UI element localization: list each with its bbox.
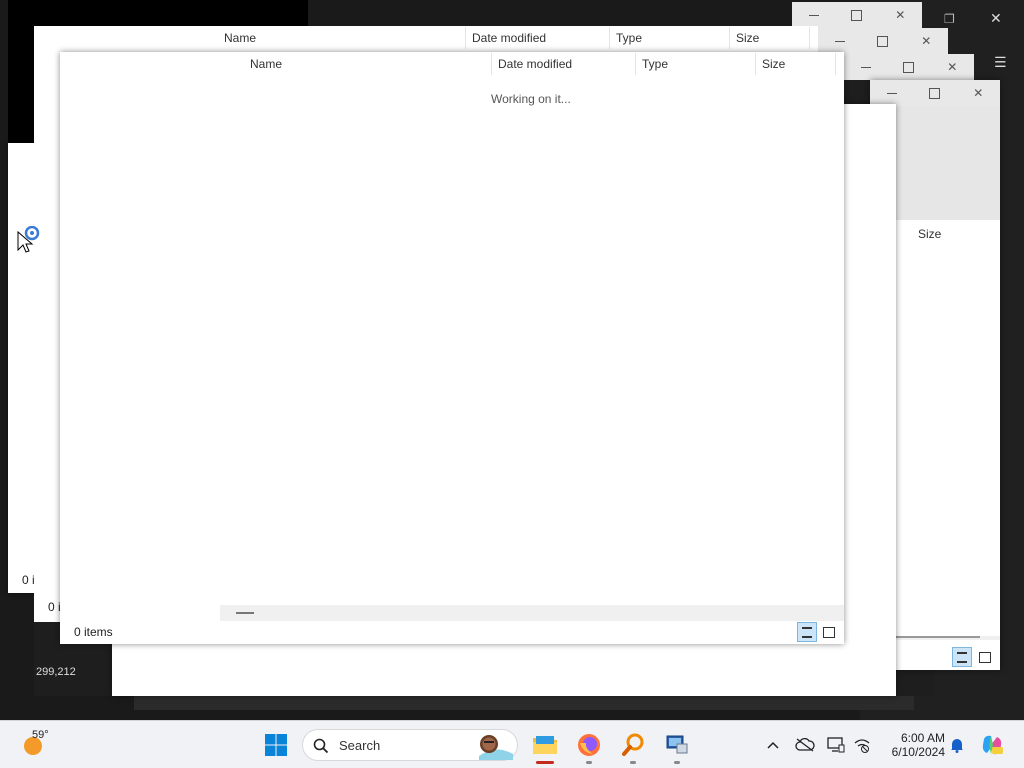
column-header-name[interactable]: Name xyxy=(244,53,492,75)
column-header-size[interactable]: Size xyxy=(730,27,810,49)
active-app-indicator xyxy=(536,761,554,764)
column-header-date-modified[interactable]: Date modified xyxy=(492,53,636,75)
close-icon[interactable] xyxy=(931,54,974,80)
bell-icon xyxy=(951,739,963,753)
taskbar: 59° Search 6:00 AM 6/10/2024 xyxy=(0,720,1024,768)
cloud-offline-icon xyxy=(795,738,815,752)
column-header-type[interactable]: Type xyxy=(610,27,730,49)
maximize-icon[interactable] xyxy=(835,2,878,28)
menu-icon[interactable]: ☰ xyxy=(994,54,1010,70)
magnifier-app-icon xyxy=(622,733,644,756)
firefox-icon xyxy=(578,734,600,756)
windows-logo-icon xyxy=(265,734,287,756)
firefox-button[interactable] xyxy=(572,727,606,764)
column-header-size[interactable]: Size xyxy=(918,227,941,241)
column-header-type[interactable]: Type xyxy=(636,53,756,75)
close-icon[interactable] xyxy=(957,80,1000,106)
close-icon[interactable] xyxy=(879,2,922,28)
horizontal-scrollbar[interactable] xyxy=(220,605,844,621)
minimize-icon[interactable] xyxy=(792,2,835,28)
search-icon xyxy=(313,738,329,754)
details-view-button[interactable] xyxy=(797,622,817,642)
details-view-button[interactable] xyxy=(952,647,972,667)
maximize-icon[interactable] xyxy=(913,80,956,106)
clock[interactable]: 6:00 AM 6/10/2024 xyxy=(878,727,948,763)
chevron-up-icon xyxy=(767,741,779,749)
monitor-icon xyxy=(827,737,845,753)
column-header-row: ^ Name Date modified Type Size xyxy=(60,52,836,75)
network-disconnected-icon xyxy=(854,739,870,753)
search-placeholder: Search xyxy=(339,738,381,753)
start-button[interactable] xyxy=(260,729,292,761)
coordinates-readout: 299,212 xyxy=(36,666,76,678)
weather-temperature: 59° xyxy=(32,729,49,741)
desktop-strip xyxy=(134,694,914,710)
search-app-button[interactable] xyxy=(616,727,650,764)
running-app-indicator xyxy=(630,761,636,764)
scrollbar-thumb[interactable] xyxy=(236,612,254,614)
column-header-size[interactable]: Size xyxy=(756,53,836,75)
close-icon[interactable]: ✕ xyxy=(990,10,1012,32)
status-bar-items: 0 i xyxy=(22,573,35,587)
column-header-row: ^ Name Date modified Type Size xyxy=(86,26,818,49)
folder-icon xyxy=(533,736,557,754)
file-explorer-button[interactable] xyxy=(528,727,562,764)
notifications-button[interactable] xyxy=(946,733,968,757)
display-button[interactable] xyxy=(824,733,848,757)
running-app-indicator xyxy=(674,761,680,764)
network-button[interactable] xyxy=(850,733,874,757)
search-highlight-icon xyxy=(479,735,513,760)
remote-desktop-icon xyxy=(666,735,688,754)
large-icons-view-button[interactable] xyxy=(975,647,995,667)
show-hidden-icons-button[interactable] xyxy=(762,733,784,757)
horizontal-scrollbar[interactable] xyxy=(896,636,1000,640)
status-bar-items: 0 items xyxy=(74,625,113,639)
restore-icon[interactable]: ❐ xyxy=(944,12,966,34)
close-icon[interactable] xyxy=(905,28,948,54)
scrollbar-thumb[interactable] xyxy=(896,636,980,638)
clock-time: 6:00 AM xyxy=(900,731,945,745)
weather-widget[interactable]: 59° xyxy=(16,729,56,761)
running-app-indicator xyxy=(586,761,592,764)
status-bar-items: 0 i xyxy=(48,600,61,614)
remote-desktop-button[interactable] xyxy=(660,727,694,764)
clock-date: 6/10/2024 xyxy=(891,745,945,759)
large-icons-view-button[interactable] xyxy=(819,622,839,642)
mouse-cursor-icon xyxy=(17,226,40,253)
column-header-name[interactable]: Name xyxy=(218,27,466,49)
loading-message: Working on it... xyxy=(491,92,571,106)
explorer-window-front: ^ Name Date modified Type Size Working o… xyxy=(60,52,844,644)
window-controls-1 xyxy=(792,2,922,28)
copilot-icon xyxy=(982,735,1003,755)
onedrive-status-button[interactable] xyxy=(792,733,818,757)
taskbar-search-box[interactable]: Search xyxy=(302,729,518,761)
column-header-date-modified[interactable]: Date modified xyxy=(466,27,610,49)
copilot-button[interactable] xyxy=(978,731,1006,759)
